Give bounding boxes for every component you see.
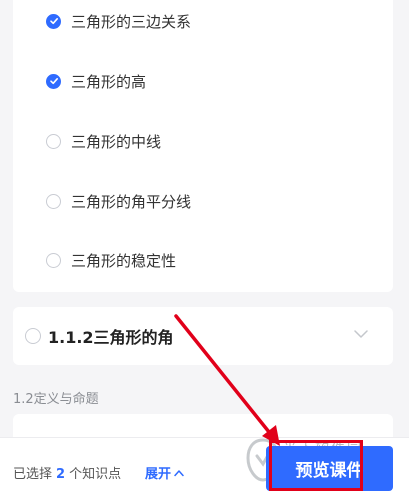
chevron-up-icon — [174, 469, 184, 476]
knowledge-point-label: 三角形的角平分线 — [71, 192, 192, 211]
course-selection-screen: 三角形的三边关系 三角形的高 三角形的中线 三角形的角平分线 三角形的稳定性 1… — [0, 0, 409, 500]
selected-prefix: 已选择 — [13, 467, 53, 482]
checkbox-unchecked-icon[interactable] — [46, 133, 61, 149]
annotation-highlight-box — [269, 440, 363, 491]
expand-link[interactable]: 展开 — [145, 463, 184, 482]
checkbox-unchecked-icon[interactable] — [46, 193, 61, 209]
checkbox-checked-icon[interactable] — [46, 73, 61, 89]
knowledge-point-item[interactable]: 三角形的角平分线 — [13, 181, 393, 221]
selected-count: 2 — [56, 467, 66, 482]
section-checkbox-icon[interactable] — [25, 328, 41, 344]
knowledge-point-label: 三角形的中线 — [71, 132, 162, 151]
knowledge-point-label: 三角形的稳定性 — [71, 251, 177, 270]
chevron-down-icon[interactable] — [354, 329, 368, 339]
section-row[interactable]: 1.1.2三角形的角 — [13, 307, 393, 365]
selected-suffix: 个知识点 — [69, 467, 122, 482]
checkbox-unchecked-icon[interactable] — [46, 252, 61, 268]
knowledge-point-list: 三角形的三边关系 三角形的高 三角形的中线 三角形的角平分线 三角形的稳定性 — [13, 0, 393, 292]
knowledge-point-item[interactable]: 三角形的三边关系 — [13, 1, 393, 41]
knowledge-point-label: 三角形的高 — [71, 72, 147, 91]
knowledge-point-item[interactable]: 三角形的中线 — [13, 121, 393, 161]
selected-summary: 已选择 2 个知识点 — [13, 463, 121, 482]
section-title: 1.1.2三角形的角 — [48, 328, 174, 347]
subsection-label: 1.2定义与命题 — [13, 392, 99, 407]
knowledge-point-item[interactable]: 三角形的稳定性 — [13, 240, 393, 280]
knowledge-point-item[interactable]: 三角形的高 — [13, 61, 393, 101]
knowledge-point-label: 三角形的三边关系 — [71, 12, 192, 31]
expand-label: 展开 — [145, 467, 172, 482]
checkbox-checked-icon[interactable] — [46, 13, 61, 29]
